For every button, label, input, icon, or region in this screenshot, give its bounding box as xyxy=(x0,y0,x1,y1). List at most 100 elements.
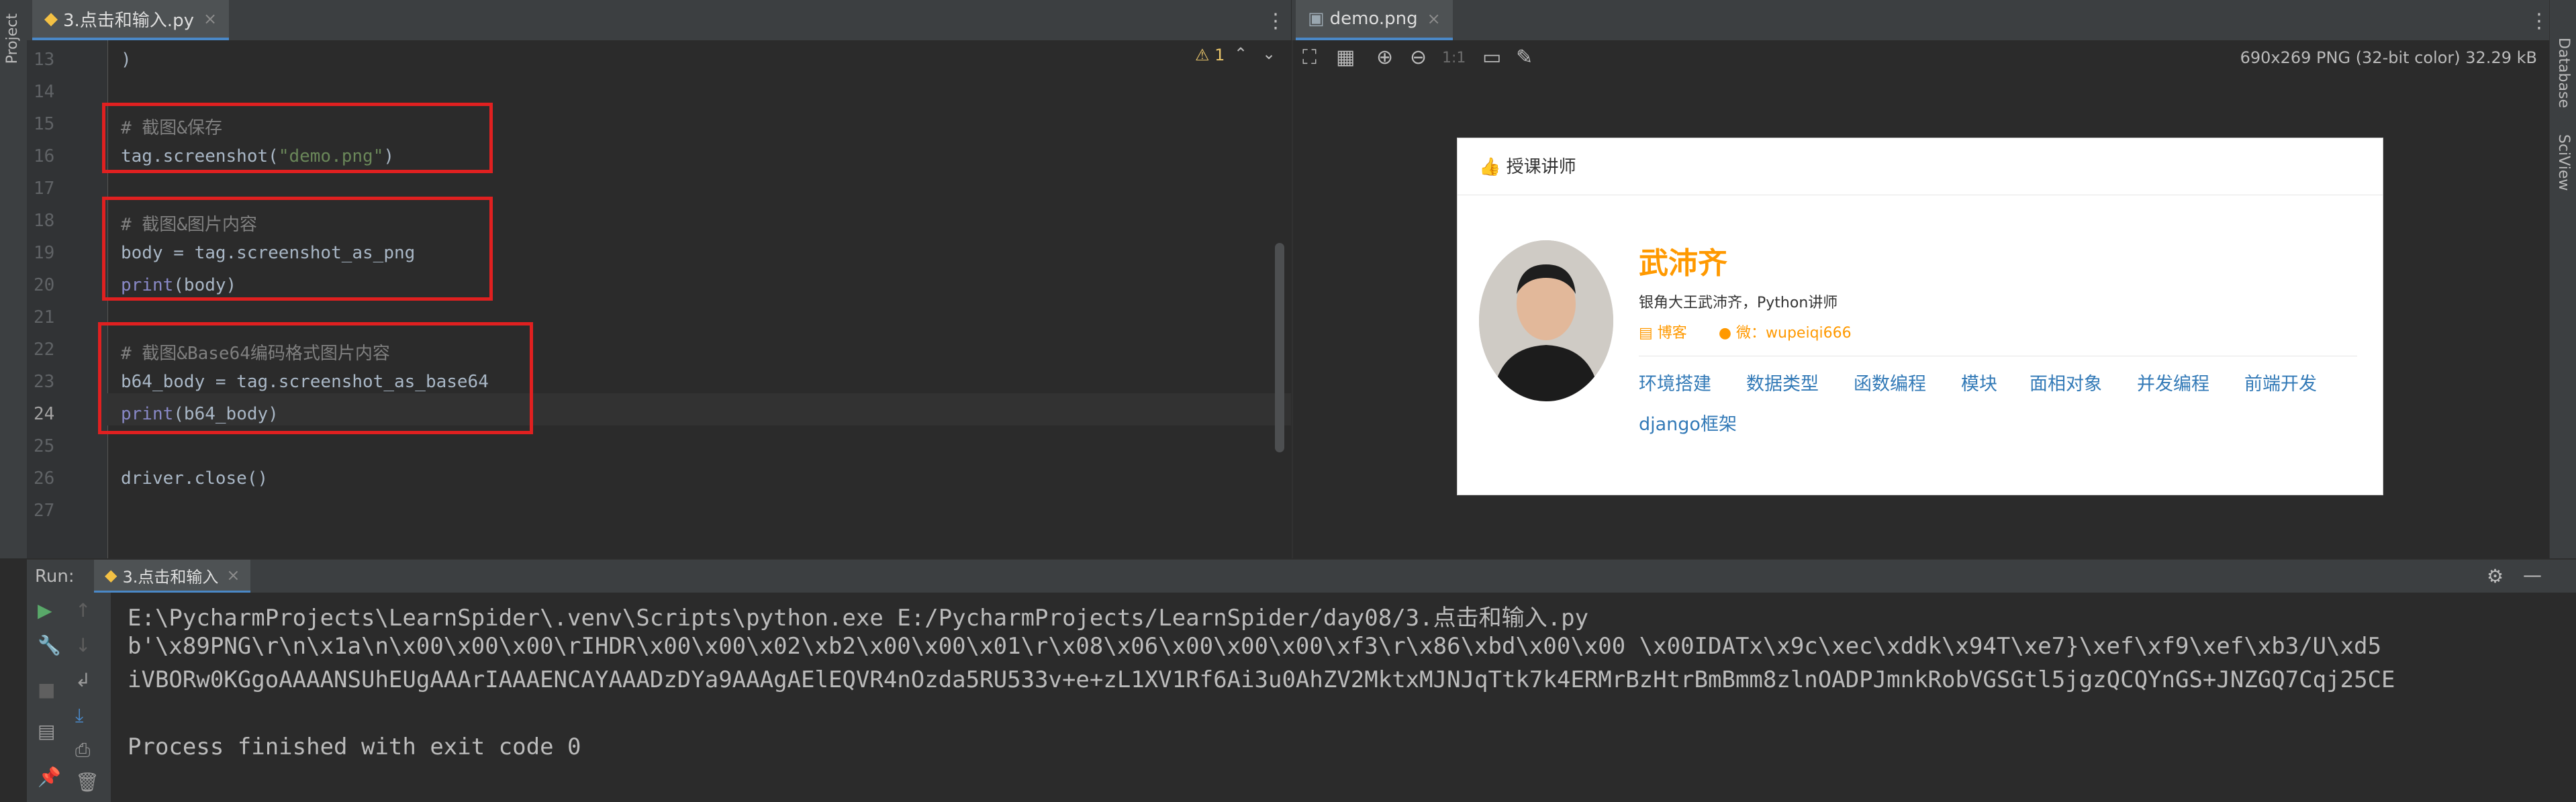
line-number-gutter: 13 14 15 16 17 18 19 20 21 22 23 24 25 26 27 xyxy=(27,40,108,558)
viewer-tabbar: ▣ demo.png × ⋮ xyxy=(1292,0,2549,41)
next-highlight-icon[interactable]: ⌄ xyxy=(1262,44,1276,63)
show-grid-icon[interactable]: ▦ xyxy=(1336,46,1355,69)
line-number: 24 xyxy=(34,404,55,424)
line-number: 15 xyxy=(34,114,55,134)
run-tab-close-icon[interactable]: × xyxy=(226,566,240,585)
run-toolbar: ▶ ↑ 🔧 ↓ ↲ ■ ⤓ ▤ ⎙ 📌 🗑 xyxy=(27,593,111,802)
highlight-box-base64 xyxy=(98,322,533,434)
down-arrow-icon[interactable]: ↓ xyxy=(75,634,91,656)
line-number: 16 xyxy=(34,146,55,166)
topic-link: 面相对象 xyxy=(2030,374,2102,395)
pin-icon[interactable]: 📌 xyxy=(38,766,61,788)
previous-highlight-icon[interactable]: ⌃ xyxy=(1234,44,1247,63)
soft-wrap-icon[interactable]: ↲ xyxy=(75,669,91,691)
demo-header-title: 👍 授课讲师 xyxy=(1479,157,1576,177)
wechat-label: 微：wupeiqi666 xyxy=(1736,325,1852,342)
line-number: 23 xyxy=(34,372,55,392)
wrench-icon[interactable]: 🔧 xyxy=(38,634,61,656)
topic-link: 环境搭建 xyxy=(1639,374,1711,395)
demo-image: 👍 授课讲师 武沛齐 银角大王武沛齐，Python讲师 ▤ 博客 ● 微：wup… xyxy=(1457,138,2383,495)
trash-icon[interactable]: 🗑 xyxy=(75,771,99,793)
database-tool-button[interactable]: Database xyxy=(2555,38,2572,108)
code-line: driver.close() xyxy=(121,468,268,489)
teacher-name: 武沛齐 xyxy=(1639,246,1727,281)
up-arrow-icon[interactable]: ↑ xyxy=(75,599,91,621)
blog-link: 博客 xyxy=(1657,325,1687,342)
python-run-icon: ◆ xyxy=(105,566,117,585)
line-number: 27 xyxy=(34,501,55,521)
layout-icon[interactable]: ▤ xyxy=(38,720,55,742)
sciview-tool-button[interactable]: SciView xyxy=(2555,134,2572,191)
editor-more-icon[interactable]: ⋮ xyxy=(1266,9,1286,33)
teacher-links: ▤ 博客 ● 微：wupeiqi666 xyxy=(1639,321,1852,342)
warning-count: 1 xyxy=(1214,46,1225,64)
code-token: driver.close() xyxy=(121,468,269,489)
stop-icon[interactable]: ■ xyxy=(38,679,55,701)
run-settings-icon[interactable]: ⚙ xyxy=(2487,565,2503,587)
line-number: 14 xyxy=(34,82,55,102)
console-line: E:\PycharmProjects\LearnSpider\.venv\Scr… xyxy=(128,605,1589,632)
color-picker-icon[interactable]: ✎ xyxy=(1516,46,1533,69)
console-line: iVBORw0KGgoAAAANSUhEUgAAArIAAAENCAYAAADz… xyxy=(128,666,2395,693)
blog-icon: ▤ xyxy=(1639,325,1653,342)
hide-panel-icon[interactable]: — xyxy=(2523,564,2542,586)
left-tool-strip: Project xyxy=(0,0,28,558)
console-line: Process finished with exit code 0 xyxy=(128,734,581,760)
warning-icon: ⚠ xyxy=(1195,46,1210,64)
rerun-icon[interactable]: ▶ xyxy=(38,599,52,621)
highlight-box-screenshot xyxy=(102,103,493,173)
scroll-to-end-icon[interactable]: ⤓ xyxy=(75,704,83,727)
editor-tab-label: 3.点击和输入.py xyxy=(63,10,194,31)
highlight-box-png xyxy=(102,197,493,301)
teacher-description: 银角大王武沛齐，Python讲师 xyxy=(1639,295,1838,311)
viewer-more-icon[interactable]: ⋮ xyxy=(2529,9,2549,33)
line-number: 25 xyxy=(34,436,55,456)
line-number: 22 xyxy=(34,340,55,360)
line-number: 18 xyxy=(34,211,55,231)
right-tool-strip: Database SciView xyxy=(2549,0,2576,558)
run-label: Run: xyxy=(35,566,75,587)
run-tab[interactable]: ◆ 3.点击和输入 × xyxy=(94,560,251,593)
zoom-out-icon[interactable]: ⊖ xyxy=(1410,46,1427,69)
actual-size-button[interactable]: 1:1 xyxy=(1442,50,1466,66)
editor-tab[interactable]: ◆ 3.点击和输入.py × xyxy=(32,0,230,40)
topic-link: django框架 xyxy=(1639,414,1737,435)
topic-link: 前端开发 xyxy=(2244,374,2317,395)
line-number: 13 xyxy=(34,50,55,70)
thumbs-up-icon: 👍 xyxy=(1479,157,1501,177)
console-line: b'\x89PNG\r\n\x1a\n\x00\x00\x00\rIHDR\x0… xyxy=(128,633,2382,660)
line-number: 21 xyxy=(34,307,55,328)
demo-header: 👍 授课讲师 xyxy=(1458,138,2383,195)
topic-link: 数据类型 xyxy=(1746,374,1819,395)
warning-indicator[interactable]: ⚠ 1 xyxy=(1195,46,1225,64)
code-line: ) xyxy=(121,50,132,70)
editor-tab-close-icon[interactable]: × xyxy=(203,9,217,28)
code-token: ) xyxy=(121,50,132,70)
editor-scrollbar[interactable] xyxy=(1275,243,1284,452)
editor-tabbar: ◆ 3.点击和输入.py × ⋮ xyxy=(27,0,1291,41)
topic-link: 模块 xyxy=(1961,374,1997,395)
image-viewer-toolbar: ⛶ ▦ ⊕ ⊖ 1:1 ▭ ✎ 690x269 PNG (32-bit colo… xyxy=(1293,40,2550,75)
image-info-label: 690x269 PNG (32-bit color) 32.29 kB xyxy=(2240,48,2537,67)
code-editor[interactable]: 13 14 15 16 17 18 19 20 21 22 23 24 25 26 27 ) # 截图&保存 t… xyxy=(27,40,1291,558)
topic-link: 并发编程 xyxy=(2137,374,2209,395)
print-icon[interactable]: ⎙ xyxy=(75,739,90,762)
fit-to-window-icon[interactable]: ⛶ xyxy=(1302,46,1317,69)
viewer-tab-close-icon[interactable]: × xyxy=(1427,9,1441,28)
topic-link: 函数编程 xyxy=(1854,374,1926,395)
background-icon[interactable]: ▭ xyxy=(1482,46,1501,69)
run-panel-header: Run: ◆ 3.点击和输入 × ⚙ — xyxy=(27,559,2576,593)
run-tab-label: 3.点击和输入 xyxy=(122,567,219,587)
viewer-tab-label: demo.png xyxy=(1329,9,1418,29)
line-number: 17 xyxy=(34,179,55,199)
viewer-tab[interactable]: ▣ demo.png × xyxy=(1296,0,1453,40)
line-number: 20 xyxy=(34,275,55,295)
project-tool-button[interactable]: Project xyxy=(4,13,21,64)
python-file-icon: ◆ xyxy=(44,9,58,29)
line-number: 26 xyxy=(34,468,55,489)
qq-icon: ● xyxy=(1718,325,1732,342)
zoom-in-icon[interactable]: ⊕ xyxy=(1376,46,1393,69)
image-file-icon: ▣ xyxy=(1308,9,1325,29)
line-number: 19 xyxy=(34,243,55,263)
avatar xyxy=(1479,240,1613,401)
